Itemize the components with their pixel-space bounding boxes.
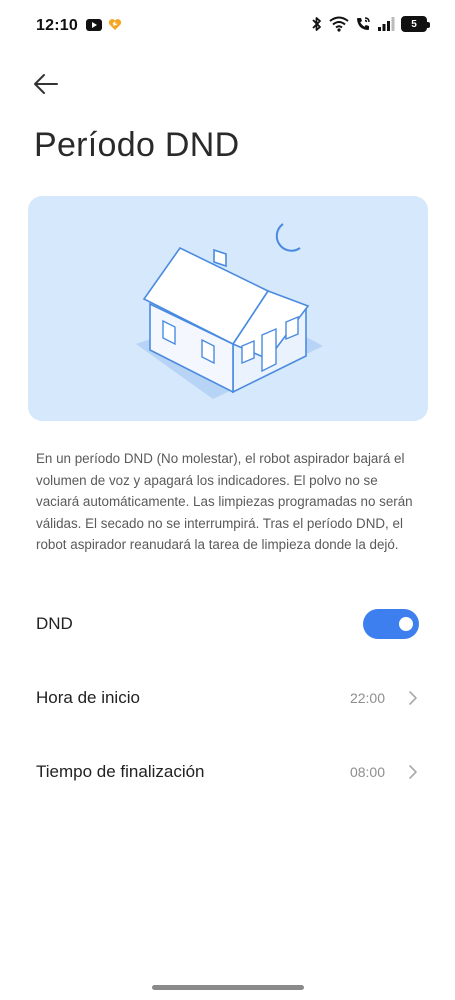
- dnd-label: DND: [36, 614, 73, 633]
- home-indicator[interactable]: [152, 985, 304, 990]
- start-time-label: Hora de inicio: [36, 688, 140, 707]
- heart-app-icon: [108, 18, 122, 31]
- status-time: 12:10: [36, 17, 78, 34]
- status-bar: 12:10 5: [0, 0, 455, 52]
- wifi-calling-icon: [355, 16, 371, 32]
- end-time-label: Tiempo de finalización: [36, 762, 205, 781]
- page-title: Período DND: [34, 126, 240, 164]
- signal-icon: [377, 16, 395, 32]
- chevron-right-icon: [407, 690, 419, 706]
- house-with-moon-icon: [136, 223, 323, 399]
- house-illustration: [28, 196, 428, 421]
- end-time-value: 08:00: [349, 764, 385, 780]
- start-time-row[interactable]: Hora de inicio 22:00: [0, 670, 455, 726]
- dnd-description: En un período DND (No molestar), el robo…: [36, 451, 413, 552]
- start-time-value: 22:00: [349, 690, 385, 706]
- wifi-icon: [329, 16, 349, 32]
- notification-icons: [86, 18, 122, 31]
- battery-icon: 5: [401, 16, 430, 32]
- back-arrow-icon: [34, 74, 58, 94]
- dnd-setting-row: DND: [0, 596, 455, 652]
- youtube-icon: [86, 18, 102, 31]
- back-button[interactable]: [30, 70, 62, 98]
- toggle-knob: [399, 617, 413, 631]
- end-time-row[interactable]: Tiempo de finalización 08:00: [0, 744, 455, 800]
- dnd-toggle[interactable]: [363, 609, 419, 639]
- bluetooth-icon: [311, 16, 323, 32]
- system-icons: 5: [311, 16, 430, 32]
- chevron-right-icon: [407, 764, 419, 780]
